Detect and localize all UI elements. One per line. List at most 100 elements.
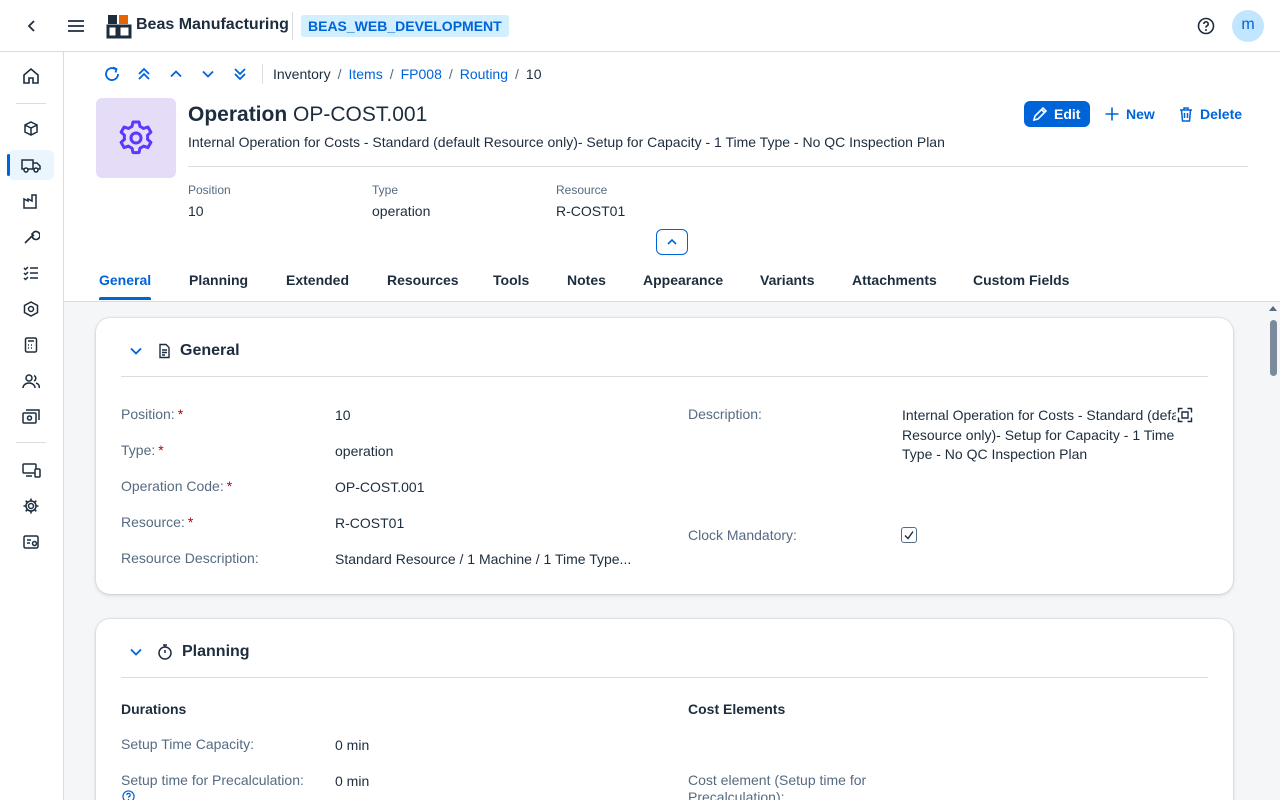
attribute-value: R-COST01 (556, 203, 626, 219)
nav-calculator[interactable] (8, 330, 54, 360)
task-list-icon (23, 266, 38, 281)
new-label: New (1126, 106, 1155, 122)
scrollbar-thumb[interactable] (1270, 320, 1277, 376)
back-button[interactable] (20, 14, 44, 38)
tab-custom-fields[interactable]: Custom Fields (973, 272, 1069, 288)
attribute-key: Resource (556, 183, 608, 197)
chevron-left-icon (27, 20, 35, 32)
tab-extended[interactable]: Extended (286, 272, 349, 288)
position-label-text: Position: (121, 406, 175, 422)
chevron-down-icon[interactable] (128, 644, 144, 660)
hamburger-icon (68, 20, 84, 32)
required-marker: * (187, 514, 194, 530)
card-divider (121, 376, 1208, 377)
general-card-title: General (180, 342, 240, 359)
wrench-icon (24, 230, 40, 244)
gear-icon (23, 498, 39, 514)
tab-variants[interactable]: Variants (760, 272, 814, 288)
beas-logo[interactable] (106, 13, 132, 39)
required-marker: * (177, 406, 184, 422)
type-value: operation (335, 443, 394, 459)
position-label: Position: * (121, 406, 183, 422)
nav-home[interactable] (8, 61, 54, 91)
resource-label-text: Resource: (121, 514, 185, 530)
cubes-icon (24, 121, 38, 136)
durations-heading: Durations (121, 701, 187, 717)
object-type-label: Operation (188, 103, 288, 126)
collapse-header-button[interactable] (656, 229, 688, 255)
tab-notes[interactable]: Notes (567, 272, 606, 288)
toolbar-divider (262, 64, 263, 84)
attribute-key: Type (372, 183, 399, 197)
previous-record-button[interactable] (165, 63, 187, 85)
nav-people[interactable] (8, 366, 54, 396)
breadcrumb-item[interactable]: FP008 (401, 66, 442, 82)
nav-tools[interactable] (8, 222, 54, 252)
clock-mandatory-checkbox[interactable] (901, 527, 917, 543)
planning-card-header[interactable]: Planning (128, 643, 250, 661)
nav-items[interactable] (8, 114, 54, 144)
breadcrumb-inventory: Inventory (273, 66, 331, 82)
description-value: Internal Operation for Costs - Standard … (902, 406, 1194, 465)
people-icon (22, 374, 40, 389)
expand-description-button[interactable] (1176, 406, 1194, 424)
tab-attachments[interactable]: Attachments (852, 272, 937, 288)
cost-elements-heading: Cost Elements (688, 701, 786, 717)
general-card-header[interactable]: General (128, 342, 240, 360)
help-icon (1197, 17, 1215, 35)
tab-appearance[interactable]: Appearance (643, 272, 723, 288)
position-value: 10 (335, 407, 351, 423)
next-record-button[interactable] (197, 63, 219, 85)
breadcrumb-routing[interactable]: Routing (460, 66, 508, 82)
nav-settings[interactable] (8, 491, 54, 521)
scroll-up-arrow[interactable] (1269, 306, 1277, 311)
object-subtitle: Internal Operation for Costs - Standard … (188, 134, 945, 150)
last-record-button[interactable] (229, 63, 251, 85)
stopwatch-icon (158, 644, 172, 660)
nav-admin[interactable] (8, 527, 54, 557)
new-button[interactable]: New (1104, 101, 1155, 127)
admin-icon (23, 535, 39, 549)
money-icon (22, 409, 40, 424)
description-line: Type - No QC Inspection Plan (902, 446, 1088, 462)
resource-description-value: Standard Resource / 1 Machine / 1 Time T… (335, 551, 632, 567)
help-button[interactable] (1194, 14, 1218, 38)
breadcrumb-items[interactable]: Items (348, 66, 382, 82)
nav-finance[interactable] (8, 402, 54, 432)
nav-factory[interactable] (8, 186, 54, 216)
nav-shipping[interactable] (7, 150, 54, 180)
page-title: Operation OP-COST.001 (188, 103, 427, 127)
setup-time-precalc-help[interactable] (122, 790, 135, 800)
chevron-down-icon[interactable] (128, 343, 144, 359)
breadcrumb: Inventory / Items / FP008/Routing/10 (273, 66, 542, 82)
setup-time-capacity-value: 0 min (335, 737, 370, 753)
required-marker: * (158, 442, 164, 458)
tab-general[interactable]: General (99, 272, 152, 300)
edit-button[interactable]: Edit (1024, 101, 1091, 127)
header-attribute-resource: Resource R-COST01 (556, 183, 625, 219)
resource-description-label: Resource Description: (121, 550, 259, 566)
general-card: General Position: * 10 Type: * operation O… (96, 318, 1233, 594)
refresh-button[interactable] (101, 63, 123, 85)
user-avatar[interactable]: m (1232, 10, 1264, 42)
tab-resources[interactable]: Resources (387, 272, 459, 288)
tab-planning[interactable]: Planning (189, 272, 248, 288)
description-line: Resource only)- Setup for Capacity - 1 T… (902, 426, 1175, 443)
delete-button[interactable]: Delete (1178, 101, 1242, 127)
planning-card-title: Planning (182, 643, 250, 660)
double-chevron-up-icon (138, 67, 150, 80)
document-icon (159, 343, 170, 359)
nav-product[interactable] (8, 294, 54, 324)
nav-tasks[interactable] (8, 258, 54, 288)
breadcrumb-current: 10 (525, 66, 542, 82)
nav-devices[interactable] (8, 455, 54, 485)
checkmark-icon (904, 531, 914, 540)
scrollbar[interactable] (1266, 302, 1280, 800)
menu-button[interactable] (64, 14, 88, 38)
truck-icon (21, 159, 41, 173)
first-record-button[interactable] (133, 63, 155, 85)
content-area: General Position: * 10 Type: * operation O… (64, 302, 1280, 800)
pencil-icon (1032, 106, 1048, 122)
object-code: OP-COST.001 (293, 103, 428, 126)
tab-tools[interactable]: Tools (493, 272, 529, 288)
